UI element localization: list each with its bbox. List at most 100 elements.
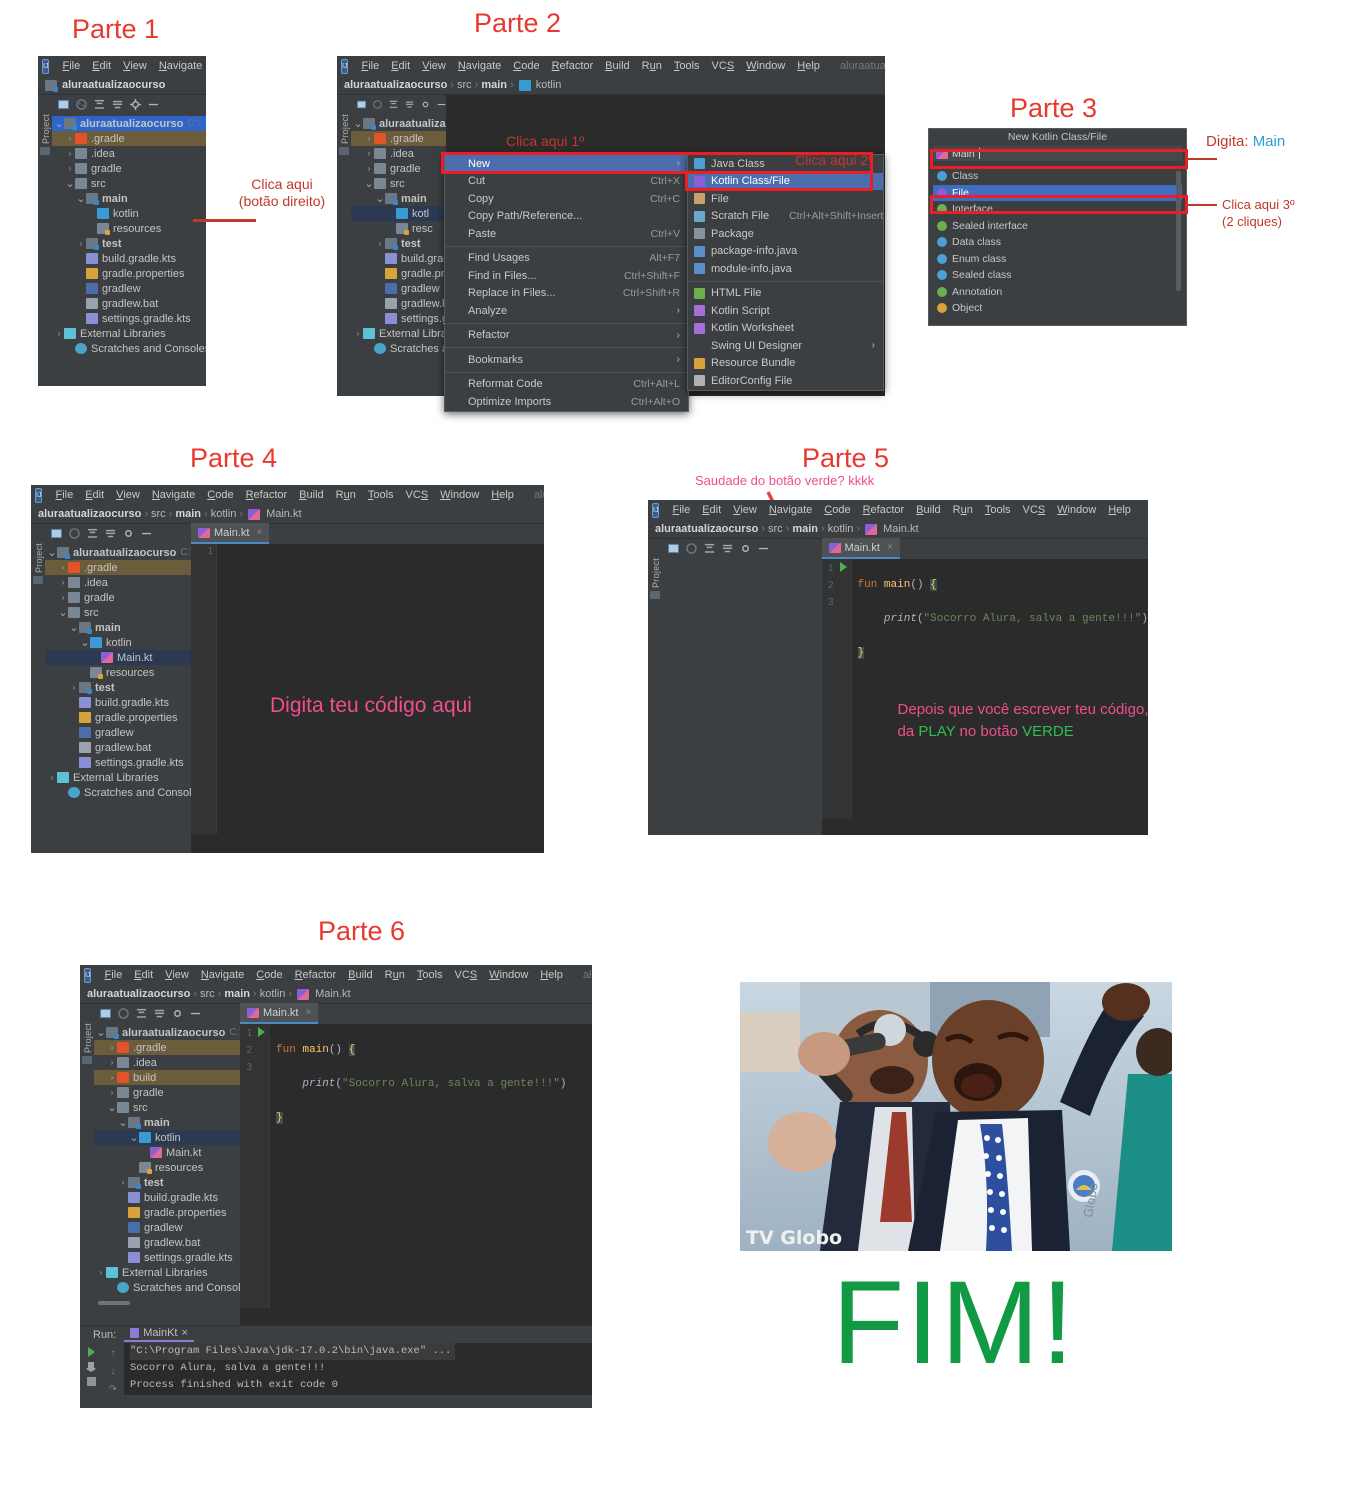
project-tree-pane-p1[interactable]: ⌄ aluraatualizaocurso C:\ › .gradle › .idea › gr… <box>52 95 206 385</box>
project-tool-rail-p2[interactable]: Project <box>337 95 351 396</box>
menu-file[interactable]: File <box>98 968 128 982</box>
menu-item-editorconfig-file[interactable]: EditorConfig File <box>688 372 883 390</box>
menu-build[interactable]: Build <box>599 59 635 73</box>
menu-refactor[interactable]: Refactor <box>546 59 600 73</box>
tab-main-kt[interactable]: Main.kt × <box>240 1003 319 1024</box>
menu-tools[interactable]: Tools <box>668 59 706 73</box>
menu-code[interactable]: Code <box>507 59 545 73</box>
chevron-down-icon[interactable]: ⌄ <box>54 118 64 129</box>
rerun-icon[interactable] <box>87 1347 95 1357</box>
run-side-toolbar[interactable] <box>80 1343 102 1395</box>
close-icon[interactable]: × <box>305 1007 311 1018</box>
chevron-right-icon[interactable]: › <box>54 329 64 338</box>
chevron-right-icon[interactable]: › <box>76 239 86 248</box>
menu-item-copy[interactable]: Copy Ctrl+C <box>445 190 688 208</box>
menu-item-file[interactable]: File <box>688 190 883 208</box>
run-gutter-p6[interactable] <box>255 1024 269 1308</box>
scope-icon[interactable] <box>76 99 87 110</box>
tree-item-idea[interactable]: › .idea <box>45 575 191 590</box>
menu-item-find-in-files[interactable]: Find in Files... Ctrl+Shift+F <box>445 267 688 285</box>
scope-icon[interactable] <box>118 1008 129 1019</box>
tree-item-gradle-properties[interactable]: gradle.properties <box>45 710 191 725</box>
tree-item-settings-gradle-kts[interactable]: settings.gradle.kts <box>52 311 206 326</box>
menu-navigate[interactable]: Navigate <box>763 503 818 517</box>
run-play-icon[interactable] <box>839 562 847 572</box>
chevron-down-icon[interactable]: ⌄ <box>58 607 68 618</box>
editor-area-p6[interactable]: Main.kt × 1 2 3 fun main() { print("Soco… <box>240 1003 592 1325</box>
menu-item-bookmarks[interactable]: Bookmarks › <box>445 351 688 369</box>
menu-vcs[interactable]: VCS <box>449 968 484 982</box>
menu-item-scratch-file[interactable]: Scratch File Ctrl+Alt+Shift+Insert <box>688 208 883 226</box>
project-tree-pane-p5[interactable] <box>661 539 822 835</box>
breadcrumb-4[interactable]: Main.kt <box>883 523 918 535</box>
tree-item-test[interactable]: › test <box>45 680 191 695</box>
chevron-right-icon[interactable]: › <box>118 1178 128 1187</box>
chevron-right-icon[interactable]: › <box>58 593 68 602</box>
tree-horizontal-scrollbar[interactable] <box>98 1301 130 1305</box>
breadcrumb-0[interactable]: aluraatualizaocurso <box>344 79 447 91</box>
code-area-p6[interactable]: fun main() { print("Socorro Alura, salva… <box>269 1024 592 1308</box>
chevron-down-icon[interactable]: ⌄ <box>375 193 385 204</box>
chevron-down-icon[interactable]: ⌄ <box>353 118 363 129</box>
breadcrumb-1[interactable]: src <box>457 79 472 91</box>
new-submenu[interactable]: Java Class Kotlin Class/File File Scratch F… <box>687 154 884 391</box>
gear-icon[interactable] <box>123 528 134 539</box>
tree-item-gradle[interactable]: › .gradle <box>94 1040 240 1055</box>
chevron-right-icon[interactable]: › <box>364 164 374 173</box>
chevron-right-icon[interactable]: › <box>107 1073 117 1082</box>
project-tool-rail-p4[interactable]: Project <box>31 524 45 853</box>
close-icon[interactable]: × <box>887 542 893 553</box>
tree-item-main[interactable]: ⌄ main <box>351 191 446 206</box>
tree-item-gradle[interactable]: › gradle <box>52 161 206 176</box>
tree-item-idea[interactable]: › .idea <box>94 1055 240 1070</box>
tree-item-gradlew[interactable]: gradlew <box>94 1220 240 1235</box>
menu-vcs[interactable]: VCS <box>1017 503 1052 517</box>
breadcrumb-0[interactable]: aluraatualizaocurso <box>87 988 190 1000</box>
menu-refactor[interactable]: Refactor <box>240 488 294 502</box>
tree-item-gradle[interactable]: › gradle <box>45 590 191 605</box>
chevron-right-icon[interactable]: › <box>65 164 75 173</box>
breadcrumb-3[interactable]: kotlin <box>536 79 562 91</box>
hide-icon[interactable] <box>758 543 769 554</box>
select-opened-file-icon[interactable] <box>58 99 69 110</box>
scope-icon[interactable] <box>685 543 697 554</box>
tree-item-kotlin[interactable]: ⌄ kotlin <box>45 635 191 650</box>
breadcrumb-1[interactable]: src <box>151 508 166 520</box>
editor-area-p5[interactable]: Main.kt × 1 2 3 fun main() { print("Soco… <box>821 538 1148 835</box>
tree-item-gradle[interactable]: › gradle <box>94 1085 240 1100</box>
dialog-option-class[interactable]: Class <box>933 168 1182 185</box>
breadcrumb-2[interactable]: main <box>224 988 250 1000</box>
project-tree-pane-p2[interactable]: ⌄aluraatualizaocursoC:\ › .gradle › .idea › gr… <box>351 95 499 396</box>
down-arrow-icon[interactable]: ↓ <box>111 1366 116 1377</box>
menu-build[interactable]: Build <box>342 968 378 982</box>
expand-all-icon[interactable] <box>136 1008 147 1019</box>
tree-item-src[interactable]: ⌄ src <box>94 1100 240 1115</box>
project-tree-p4[interactable]: ⌄ aluraatualizaocurso C:\ › .gradle › .idea › gr… <box>45 543 203 800</box>
breadcrumb-project[interactable]: aluraatualizaocurso <box>62 79 165 91</box>
menu-item-package[interactable]: Package <box>688 225 883 243</box>
menu-item-find-usages[interactable]: Find Usages Alt+F7 <box>445 250 688 268</box>
tree-item-gradle[interactable]: › .gradle <box>45 560 191 575</box>
tree-item-settings-gradle-kts[interactable]: settings.gradle.kts <box>45 755 191 770</box>
menu-edit[interactable]: Edit <box>79 488 110 502</box>
kind-list[interactable]: Class File Interface Sealed interface Data c… <box>933 167 1182 317</box>
menu-file[interactable]: File <box>355 59 385 73</box>
gear-icon[interactable] <box>421 99 430 110</box>
menu-view[interactable]: View <box>117 59 153 73</box>
chevron-down-icon[interactable]: ⌄ <box>76 193 86 204</box>
menu-item-package-info-java[interactable]: package-info.java <box>688 243 883 261</box>
menu-item-kotlin-worksheet[interactable]: Kotlin Worksheet <box>688 320 883 338</box>
menu-vcs[interactable]: VCS <box>400 488 435 502</box>
new-kotlin-class-file-dialog[interactable]: New Kotlin Class/File Main Class File Inte… <box>928 128 1187 326</box>
menu-item-html-file[interactable]: HTML File <box>688 285 883 303</box>
menu-run[interactable]: Run <box>947 503 979 517</box>
tree-item-src[interactable]: ⌄ src <box>351 176 446 191</box>
tree-item-build-gradle-kts[interactable]: build.gradle.kts <box>94 1190 240 1205</box>
tree-item-gradle-properties[interactable]: gradle.properties <box>52 266 206 281</box>
menu-edit[interactable]: Edit <box>128 968 159 982</box>
tree-item-resc[interactable]: resc <box>351 221 446 236</box>
tree-item-external-libraries[interactable]: › External Libraries <box>52 326 206 341</box>
menu-help[interactable]: Help <box>791 59 826 73</box>
tree-item-kotlin[interactable]: kotlin <box>52 206 206 221</box>
collapse-all-icon[interactable] <box>722 543 733 554</box>
